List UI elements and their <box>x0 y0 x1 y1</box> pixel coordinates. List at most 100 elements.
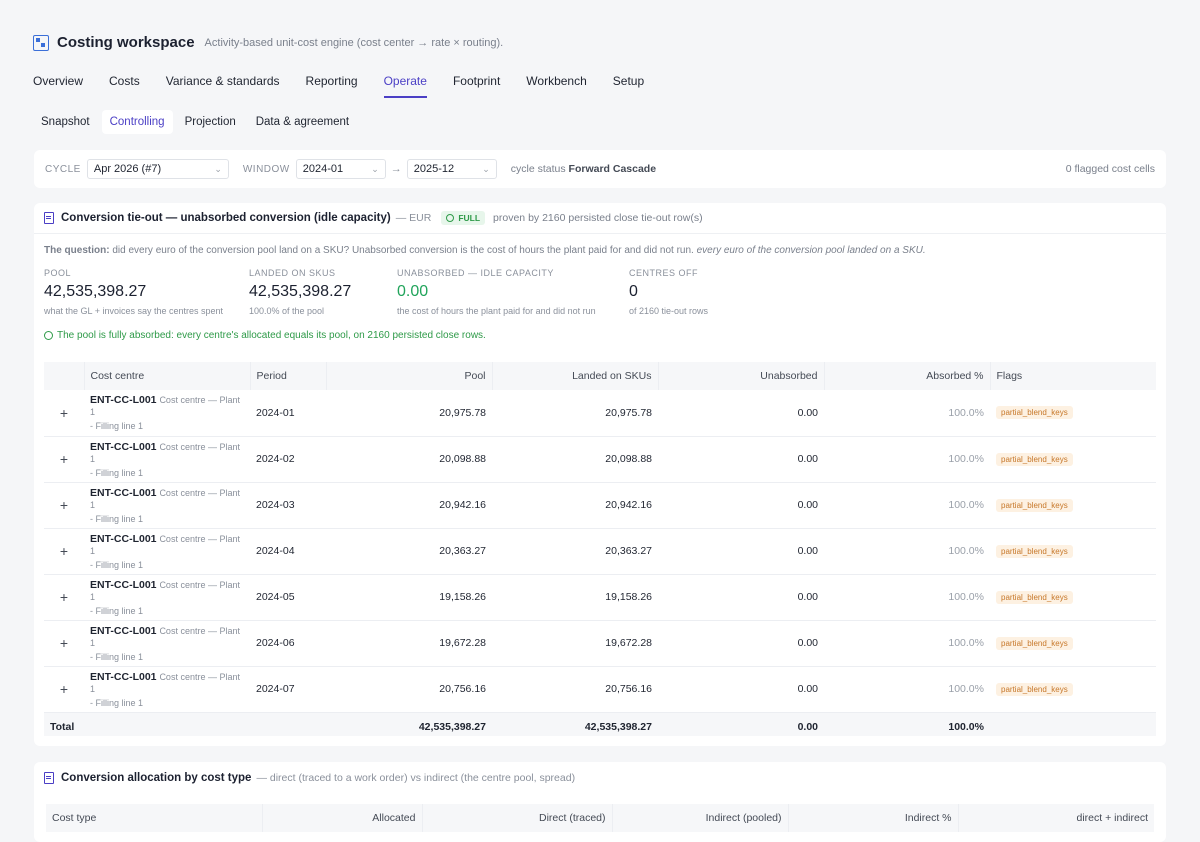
tab-costs[interactable]: Costs <box>109 74 140 98</box>
window-from-value: 2024-01 <box>302 163 344 175</box>
unabsorbed-cell: 0.00 <box>658 436 824 483</box>
allocation-title: Conversion allocation by cost type <box>61 771 252 784</box>
expand-row-button[interactable]: + <box>44 482 84 529</box>
check-circle-icon <box>446 214 455 222</box>
flags-cell: partial_blend_keys <box>990 482 1156 529</box>
metrics-row: POOL 42,535,398.27 what the GL + invoice… <box>34 256 1166 316</box>
app-header: Costing workspace Activity-based unit-co… <box>33 34 503 51</box>
cost-centre-line: - Filling line 1 <box>90 697 144 708</box>
col-indirect[interactable]: Indirect (pooled) <box>612 804 789 832</box>
cost-centre-code: ENT-CC-L001 <box>90 670 157 683</box>
col-cost-type[interactable]: Cost type <box>46 804 263 832</box>
tab-overview[interactable]: Overview <box>33 74 83 98</box>
table-row[interactable]: + ENT-CC-L001 Cost centre — Plant 1- Fill… <box>44 666 1156 713</box>
subtab-snapshot[interactable]: Snapshot <box>33 110 98 134</box>
expand-row-button[interactable]: + <box>44 666 84 713</box>
col-unabsorbed[interactable]: Unabsorbed <box>658 362 825 390</box>
landed-cell: 20,098.88 <box>492 436 658 483</box>
tieout-header: Conversion tie-out — unabsorbed conversi… <box>34 203 1166 234</box>
cost-centre-code: ENT-CC-L001 <box>90 624 157 637</box>
window-label: WINDOW <box>242 163 290 175</box>
period-cell: 2024-01 <box>250 390 326 437</box>
question-answer: every euro of the conversion pool landed… <box>696 245 926 256</box>
table-row[interactable]: + ENT-CC-L001 Cost centre — Plant 1- Fill… <box>44 528 1156 575</box>
chevron-down-icon: ⌄ <box>214 163 222 174</box>
plus-icon: + <box>59 635 69 651</box>
table-row[interactable]: + ENT-CC-L001 Cost centre — Plant 1- Fill… <box>44 390 1156 437</box>
page-title: Costing workspace <box>57 34 195 51</box>
subtab-controlling[interactable]: Controlling <box>101 110 173 134</box>
col-landed[interactable]: Landed on SKUs <box>492 362 659 390</box>
allocation-table: Cost type Allocated Direct (traced) Indi… <box>46 804 1154 832</box>
table-row[interactable]: + ENT-CC-L001 Cost centre — Plant 1- Fill… <box>44 436 1156 483</box>
page-subtitle: Activity-based unit-cost engine (cost ce… <box>204 36 504 49</box>
table-row[interactable]: + ENT-CC-L001 Cost centre — Plant 1- Fill… <box>44 620 1156 667</box>
tab-footprint[interactable]: Footprint <box>453 74 500 98</box>
col-flags[interactable]: Flags <box>990 362 1156 390</box>
cost-centre-code: ENT-CC-L001 <box>90 486 157 499</box>
col-pool[interactable]: Pool <box>326 362 493 390</box>
tab-reporting[interactable]: Reporting <box>306 74 358 98</box>
subtab-projection[interactable]: Projection <box>177 110 244 134</box>
flag-badge: partial_blend_keys <box>996 590 1073 604</box>
col-cost-centre[interactable]: Cost centre <box>84 362 251 390</box>
landed-cell: 20,363.27 <box>492 528 658 575</box>
window-to-select[interactable]: 2025-12 ⌄ <box>406 159 497 179</box>
cycle-select[interactable]: Apr 2026 (#7) ⌄ <box>86 159 229 179</box>
col-allocated[interactable]: Allocated <box>262 804 423 832</box>
flag-badge: partial_blend_keys <box>996 452 1073 466</box>
cycle-label: CYCLE <box>45 163 81 175</box>
col-absorbed-pct[interactable]: Absorbed % <box>824 362 991 390</box>
metric-value: 42,535,398.27 <box>249 283 352 300</box>
metric-caption: of 2160 tie-out rows <box>629 306 709 316</box>
col-period[interactable]: Period <box>250 362 327 390</box>
sub-tabs: Snapshot Controlling Projection Data & a… <box>33 110 357 134</box>
cost-centre-line: - Filling line 1 <box>90 467 144 478</box>
plus-icon: + <box>59 404 69 421</box>
total-unabsorbed: 0.00 <box>658 712 824 736</box>
tab-setup[interactable]: Setup <box>613 74 644 98</box>
window-from-select[interactable]: 2024-01 ⌄ <box>295 159 386 179</box>
absorbed-pct-cell: 100.0% <box>824 482 990 529</box>
col-direct[interactable]: Direct (traced) <box>422 804 613 832</box>
total-label: Total <box>44 712 326 736</box>
cost-centre-cell: ENT-CC-L001 Cost centre — Plant 1- Filli… <box>84 482 250 529</box>
table-row[interactable]: + ENT-CC-L001 Cost centre — Plant 1- Fill… <box>44 482 1156 529</box>
expand-row-button[interactable]: + <box>44 390 84 437</box>
flag-badge: partial_blend_keys <box>996 682 1073 696</box>
cost-centre-code: ENT-CC-L001 <box>90 394 157 407</box>
cost-centre-cell: ENT-CC-L001 Cost centre — Plant 1- Filli… <box>84 528 250 575</box>
expand-row-button[interactable]: + <box>44 528 84 575</box>
pool-cell: 20,098.88 <box>326 436 492 483</box>
unabsorbed-cell: 0.00 <box>658 666 824 713</box>
subtab-data-agreement[interactable]: Data & agreement <box>248 110 357 134</box>
absorbed-pct-cell: 100.0% <box>824 436 990 483</box>
main-tabs: Overview Costs Variance & standards Repo… <box>33 74 670 98</box>
tieout-table-wrap[interactable]: Cost centre Period Pool Landed on SKUs U… <box>44 362 1156 736</box>
question-text: The question: did every euro of the conv… <box>34 234 1166 256</box>
flag-badge: partial_blend_keys <box>996 544 1073 558</box>
cost-centre-code: ENT-CC-L001 <box>90 578 157 591</box>
absorbed-pct-cell: 100.0% <box>824 666 990 713</box>
tieout-table: Cost centre Period Pool Landed on SKUs U… <box>44 362 1156 736</box>
allocation-subtitle: — direct (traced to a work order) vs ind… <box>256 771 576 784</box>
expand-row-button[interactable]: + <box>44 574 84 621</box>
metric-pool: POOL 42,535,398.27 what the GL + invoice… <box>44 268 249 316</box>
period-cell: 2024-03 <box>250 482 326 529</box>
tab-workbench[interactable]: Workbench <box>526 74 586 98</box>
expand-row-button[interactable]: + <box>44 436 84 483</box>
metric-unabsorbed: UNABSORBED — IDLE CAPACITY 0.00 the cost… <box>397 268 629 316</box>
window-to-value: 2025-12 <box>413 163 455 175</box>
total-pool: 42,535,398.27 <box>326 712 492 736</box>
tab-variance-standards[interactable]: Variance & standards <box>166 74 280 98</box>
cost-centre-line: - Filling line 1 <box>90 421 144 432</box>
status-badge-label: FULL <box>458 213 481 223</box>
table-row[interactable]: + ENT-CC-L001 Cost centre — Plant 1- Fill… <box>44 574 1156 621</box>
col-indirect-pct[interactable]: Indirect % <box>788 804 959 832</box>
col-direct-plus-indirect[interactable]: direct + indirect <box>958 804 1154 832</box>
expand-row-button[interactable]: + <box>44 620 84 667</box>
unabsorbed-cell: 0.00 <box>658 390 824 437</box>
landed-cell: 20,756.16 <box>492 666 658 713</box>
plus-icon: + <box>59 681 69 697</box>
tab-operate[interactable]: Operate <box>383 74 427 98</box>
